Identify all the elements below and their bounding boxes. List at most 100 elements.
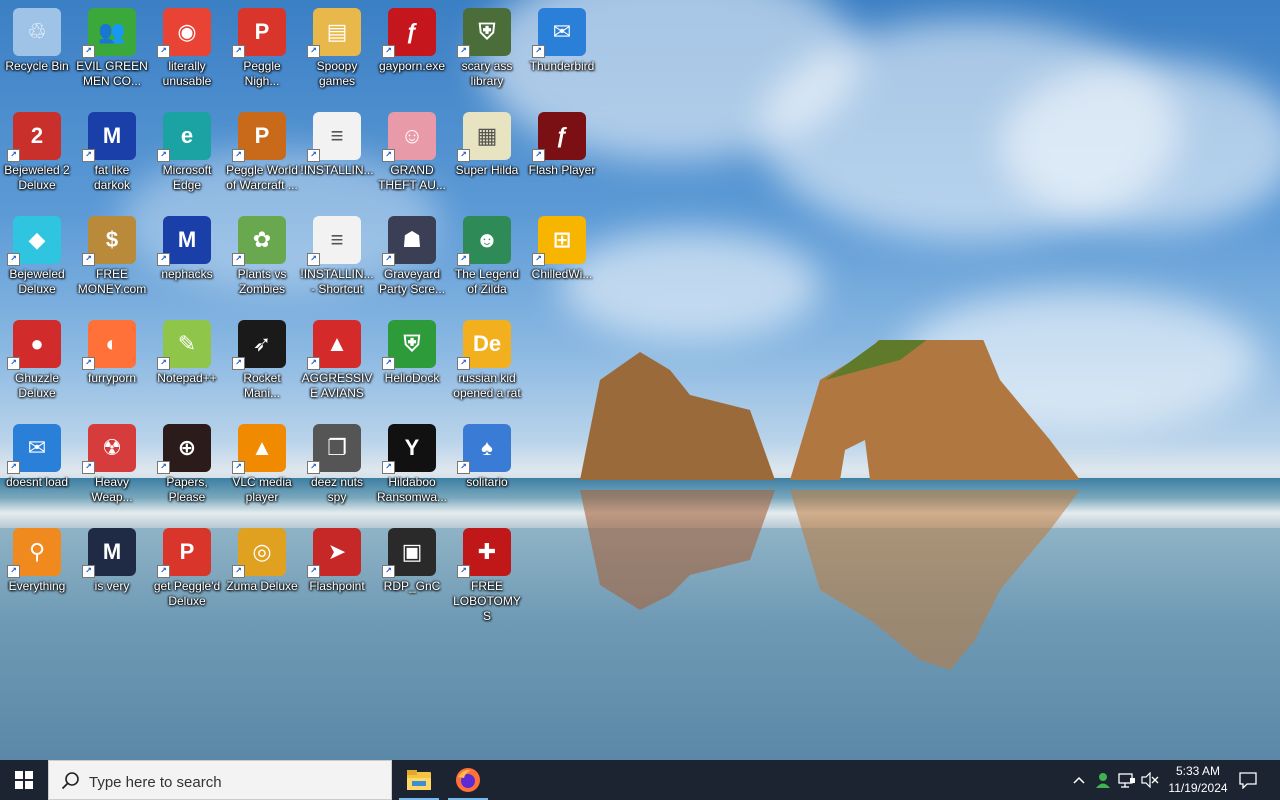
- desktop-icon-label: furryporn: [87, 371, 137, 385]
- desktop-icon[interactable]: ☢ ↗ Heavy Weap...: [75, 418, 149, 518]
- desktop-icon[interactable]: P ↗ Peggle World of Warcraft ...: [225, 106, 299, 206]
- desktop-icon-label: is very: [94, 579, 130, 593]
- desktop-icon[interactable]: e ↗ Microsoft Edge: [150, 106, 224, 206]
- shortcut-arrow-icon: ↗: [82, 357, 95, 370]
- desktop-icon[interactable]: ◉ ↗ literally unusable: [150, 2, 224, 102]
- desktop-icon[interactable]: M ↗ fat like darkok: [75, 106, 149, 206]
- desktop-icon[interactable]: ▲ ↗ AGGRESSIVE AVIANS: [300, 314, 374, 414]
- shortcut-arrow-icon: ↗: [157, 149, 170, 162]
- desktop-icon-label: Flash Player: [528, 163, 596, 177]
- desktop-icon[interactable]: ✚ ↗ FREE LOBOTOMYS: [450, 522, 524, 623]
- desktop-icon-label: RDP_GnC: [383, 579, 441, 593]
- desktop-icon[interactable]: ◐ ↗ furryporn: [75, 314, 149, 414]
- tray-user-app[interactable]: [1092, 760, 1114, 800]
- shortcut-arrow-icon: ↗: [232, 357, 245, 370]
- tray-volume-muted[interactable]: [1139, 760, 1161, 800]
- thunderbird-icon: ✉ ↗: [7, 424, 61, 474]
- shortcut-arrow-icon: ↗: [7, 149, 20, 162]
- desktop-icon[interactable]: ● ↗ Ghuzzle Deluxe: [0, 314, 74, 414]
- desktop-icon[interactable]: ♲ Recycle Bin: [0, 2, 74, 102]
- windows-logo-icon: [15, 771, 33, 789]
- taskbar-clock[interactable]: 5:33 AM 11/19/2024: [1160, 763, 1236, 797]
- desktop-icon-label: Bejeweled Deluxe: [9, 267, 65, 296]
- desktop-icon[interactable]: ☺ ↗ GRAND THEFT AU...: [375, 106, 449, 206]
- shortcut-arrow-icon: ↗: [157, 461, 170, 474]
- desktop-icon[interactable]: ▲ ↗ VLC media player: [225, 418, 299, 518]
- taskbar-file-explorer[interactable]: [395, 760, 443, 800]
- show-hidden-icons-button[interactable]: [1068, 760, 1090, 800]
- desktop-icon-label: Hildaboo Ransomwa...: [376, 475, 448, 504]
- desktop-icon-label: GRAND THEFT AU...: [378, 163, 446, 192]
- firefox-icon: [456, 768, 480, 792]
- desktop-icon-label: Flashpoint: [309, 579, 365, 593]
- desktop-icon[interactable]: $ ↗ FREE MONEY.com: [75, 210, 149, 310]
- desktop-icon[interactable]: ☗ ↗ Graveyard Party Scre...: [375, 210, 449, 310]
- chrome-icon: ◉ ↗: [157, 8, 211, 58]
- desktop-icon[interactable]: ❐ ↗ deez nuts spy: [300, 418, 374, 518]
- desktop-icon[interactable]: ✎ ↗ Notepad++: [150, 314, 224, 414]
- taskbar-firefox[interactable]: [444, 760, 492, 800]
- desktop-icon[interactable]: De ↗ russian kid opened a rat: [450, 314, 524, 414]
- desktop-icon[interactable]: M ↗ is very: [75, 522, 149, 622]
- desktop-icon-label: Plants vs Zombies: [237, 267, 287, 296]
- desktop-icon[interactable]: ✉ ↗ doesnt load: [0, 418, 74, 518]
- text-file-icon: ≡ ↗: [307, 112, 361, 162]
- desktop-icon[interactable]: ƒ ↗ gayporn.exe: [375, 2, 449, 102]
- desktop-icon[interactable]: ◎ ↗ Zuma Deluxe: [225, 522, 299, 622]
- desktop-icon[interactable]: ⛨ ↗ HelloDock: [375, 314, 449, 414]
- start-button[interactable]: [0, 760, 48, 800]
- shortcut-arrow-icon: ↗: [307, 45, 320, 58]
- search-input[interactable]: [87, 769, 381, 795]
- desktop-icon[interactable]: P ↗ Peggle Nigh...: [225, 2, 299, 102]
- zilda-icon: ☻ ↗: [457, 216, 511, 266]
- desktop-icon-label: scary ass library: [461, 59, 513, 88]
- desktop-icon[interactable]: ⚲ ↗ Everything: [0, 522, 74, 622]
- shortcut-arrow-icon: ↗: [157, 565, 170, 578]
- desktop-icon[interactable]: Y ↗ Hildaboo Ransomwa...: [375, 418, 449, 518]
- desktop-icon[interactable]: 2 ↗ Bejeweled 2 Deluxe: [0, 106, 74, 206]
- desktop-icon-label: FREE MONEY.com: [77, 267, 147, 296]
- desktop-icon[interactable]: ♠ ↗ solitario: [450, 418, 524, 518]
- desktop-icon-label: doesnt load: [5, 475, 69, 489]
- desktop-icon-label: Notepad++: [157, 371, 217, 385]
- desktop-icon[interactable]: ✉ ↗ Thunderbird: [525, 2, 599, 102]
- desktop-icon[interactable]: ƒ ↗ Flash Player: [525, 106, 599, 206]
- shortcut-arrow-icon: ↗: [307, 565, 320, 578]
- peggle-icon: P ↗: [157, 528, 211, 578]
- action-center-button[interactable]: [1234, 760, 1262, 800]
- card-icon: ♠ ↗: [457, 424, 511, 474]
- desktop-icon[interactable]: ▣ ↗ RDP_GnC: [375, 522, 449, 622]
- desktop-icon[interactable]: M ↗ nephacks: [150, 210, 224, 310]
- desktop-icon[interactable]: ▤ ↗ Spoopy games: [300, 2, 374, 102]
- desktop-icon[interactable]: ◆ ↗ Bejeweled Deluxe: [0, 210, 74, 310]
- desktop-icon[interactable]: ⊞ ↗ ChilledWi...: [525, 210, 599, 310]
- desktop-icon[interactable]: ▦ ↗ Super Hilda: [450, 106, 524, 206]
- desktop-icon[interactable]: ✿ ↗ Plants vs Zombies: [225, 210, 299, 310]
- desktop-icon-label: Bejeweled 2 Deluxe: [4, 163, 70, 192]
- rock-formation-image: [580, 340, 1080, 670]
- desktop-icon[interactable]: ≡ ↗ !INSTALLIN...: [300, 106, 374, 206]
- desktop-icon[interactable]: ☻ ↗ The Legend of Zilda: [450, 210, 524, 310]
- windows-stack-icon: ❐ ↗: [307, 424, 361, 474]
- desktop-icon[interactable]: 👥 ↗ EVIL GREEN MEN CO...: [75, 2, 149, 102]
- text-file-icon: ≡ ↗: [307, 216, 361, 266]
- de-icon: De ↗: [457, 320, 511, 370]
- desktop-icon-label: Peggle Nigh...: [243, 59, 281, 88]
- desktop-icon[interactable]: ⛨ ↗ scary ass library: [450, 2, 524, 102]
- desktop-icon[interactable]: ➶ ↗ Rocket Mani...: [225, 314, 299, 414]
- desktop-icon[interactable]: ➤ ↗ Flashpoint: [300, 522, 374, 622]
- taskbar-search-box[interactable]: [48, 760, 392, 800]
- desktop-icon[interactable]: ≡ ↗ !INSTALLIN... - Shortcut: [300, 210, 374, 310]
- windows-flag-icon: ⊞ ↗: [532, 216, 586, 266]
- desktop-icon-label: Microsoft Edge: [162, 163, 212, 192]
- shortcut-arrow-icon: ↗: [382, 253, 395, 266]
- yashma-icon: Y ↗: [382, 424, 436, 474]
- desktop-icon-label: The Legend of Zilda: [454, 267, 520, 296]
- gem-icon: ◆ ↗: [7, 216, 61, 266]
- pixel-hilda-icon: ▦ ↗: [457, 112, 511, 162]
- tray-network[interactable]: [1116, 760, 1138, 800]
- shortcut-arrow-icon: ↗: [232, 253, 245, 266]
- desktop-icon-label: Recycle Bin: [5, 59, 69, 73]
- desktop-icon[interactable]: ⊕ ↗ Papers, Please: [150, 418, 224, 518]
- desktop-icon[interactable]: P ↗ get Peggle'd Deluxe: [150, 522, 224, 622]
